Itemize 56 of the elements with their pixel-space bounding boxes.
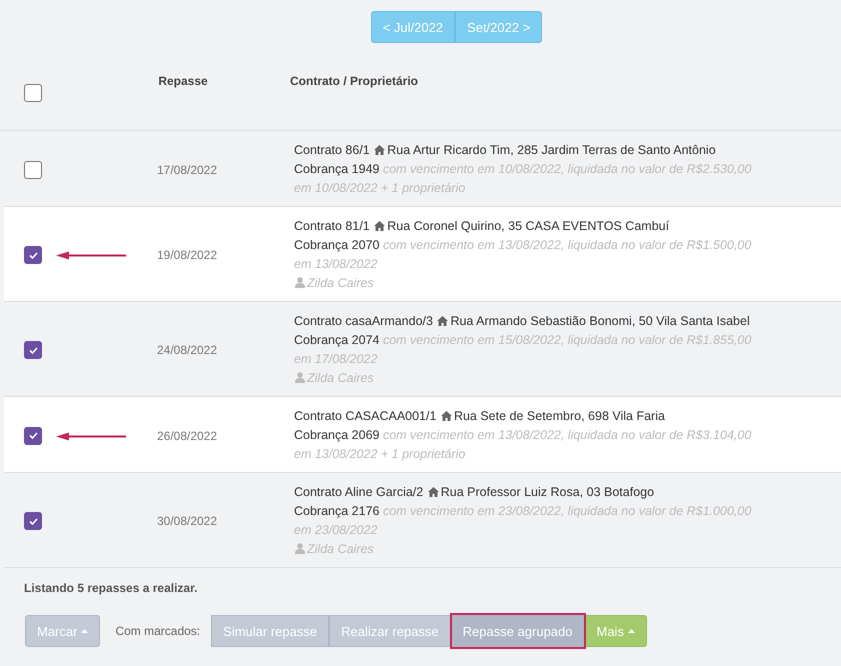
contract-text: Contrato CASACAA001/1	[294, 409, 436, 423]
more-button[interactable]: Mais	[584, 615, 647, 647]
person-icon	[295, 372, 305, 383]
charge-text: Cobrança 1949 com vencimento em 10/08/2022, liquidada no valor de R$2.530,00 em 10/08/2022 + 1 proprietário	[294, 161, 752, 197]
transfer-date: 19/08/2022	[156, 248, 218, 262]
check-icon	[28, 252, 38, 258]
summary-text: Listando 5 repasses a realizar.	[23, 580, 198, 595]
transfer-date: 24/08/2022	[156, 343, 218, 357]
arrow-icon	[56, 251, 126, 260]
row-checkbox[interactable]	[24, 160, 42, 178]
row-checkbox[interactable]	[24, 246, 42, 264]
check-icon	[28, 518, 38, 524]
caret-icon	[628, 629, 635, 633]
charge-text: Cobrança 2074 com vencimento em 15/08/2022, liquidada no valor de R$1.855,00 em 17/08/2022	[294, 332, 752, 368]
address-text: Rua Artur Ricardo Tim, 285 Jardim Terras de Santo Antônio	[387, 143, 716, 157]
action-button[interactable]: Simular repasse	[211, 615, 330, 647]
owner-name: Zilda Caires	[307, 542, 374, 556]
contract-text: Contrato casaArmando/3	[294, 314, 433, 328]
house-icon	[374, 221, 386, 231]
transfer-date: 30/08/2022	[156, 514, 218, 528]
owner-name: Zilda Caires	[307, 276, 374, 290]
charge-text: Cobrança 2070 com vencimento em 13/08/2022, liquidada no valor de R$1.500,00 em 13/08/2022	[294, 237, 752, 273]
arrow-icon	[56, 432, 126, 440]
person-icon	[295, 543, 305, 554]
owner-name: Zilda Caires	[307, 371, 374, 385]
charge-text: Cobrança 2176 com vencimento em 23/08/2022, liquidada no valor de R$1.000,00 em 23/08/2022	[294, 503, 752, 539]
row-checkbox[interactable]	[24, 426, 42, 444]
contract-text: Contrato Aline Garcia/2	[294, 485, 424, 499]
next-month-button[interactable]: Set/2022 >	[455, 11, 542, 43]
address-text: Rua Professor Luiz Rosa, 03 Botafogo	[440, 485, 654, 499]
previous-month-button[interactable]: < Jul/2022	[370, 11, 456, 43]
select-all-checkbox[interactable]	[24, 84, 42, 102]
action-button[interactable]: Repasse agrupado	[450, 614, 584, 648]
check-icon	[28, 346, 38, 354]
address-text: Rua Coronel Quirino, 35 CASA EVENTOS Cambuí	[387, 219, 670, 233]
mark-button[interactable]: Marcar	[25, 615, 100, 647]
row-checkbox[interactable]	[24, 512, 42, 530]
house-icon	[437, 316, 448, 326]
column-header: Contrato / Proprietário	[289, 73, 420, 90]
contract-text: Contrato 81/1	[294, 219, 370, 233]
selection-label: Com marcados:	[115, 624, 200, 638]
address-text: Rua Armando Sebastião Bonomi, 50 Vila Santa Isabel	[450, 314, 750, 328]
person-icon	[295, 277, 305, 288]
house-icon	[374, 145, 386, 155]
contract-text: Contrato 86/1	[294, 143, 370, 157]
house-icon	[428, 487, 439, 497]
transfer-date: 26/08/2022	[156, 428, 218, 442]
house-icon	[440, 411, 452, 421]
caret-icon	[81, 629, 88, 633]
check-icon	[28, 432, 38, 439]
row-checkbox[interactable]	[24, 341, 42, 359]
charge-text: Cobrança 2069 com vencimento em 13/08/2022, liquidada no valor de R$3.104,00 em 13/08/2022 + 1 proprietário	[294, 427, 752, 463]
address-text: Rua Sete de Setembro, 698 Vila Faria	[454, 409, 665, 423]
transfer-date: 17/08/2022	[156, 162, 218, 176]
action-button[interactable]: Realizar repasse	[329, 615, 451, 647]
column-header: Repasse	[157, 73, 209, 90]
